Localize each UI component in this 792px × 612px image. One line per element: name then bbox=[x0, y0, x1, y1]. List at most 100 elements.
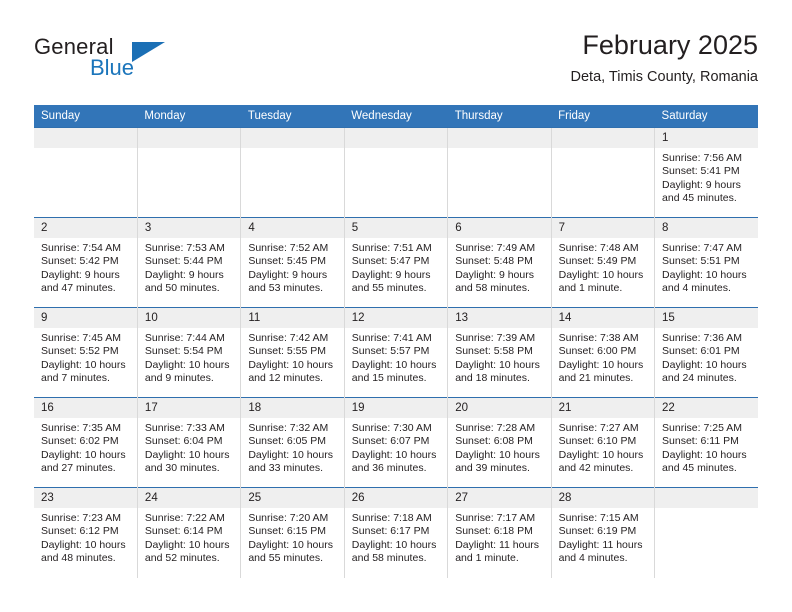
daylight-text-line1: Daylight: 10 hours bbox=[558, 268, 644, 281]
sunrise-text: Sunrise: 7:28 AM bbox=[455, 422, 536, 434]
calendar-day-cell[interactable]: 19 Sunrise: 7:30 AM Sunset: 6:07 PM Dayligh… bbox=[343, 397, 448, 488]
sunset-text: Sunset: 5:52 PM bbox=[41, 345, 119, 358]
day-details: Sunrise: 7:45 AM Sunset: 5:52 PM Daylight:… bbox=[34, 328, 137, 385]
day-cell-inner: 9 Sunrise: 7:45 AM Sunset: 5:52 PM Daylight… bbox=[34, 308, 137, 398]
sunset-text: Sunset: 6:14 PM bbox=[144, 525, 223, 538]
sunset-text: Sunset: 6:11 PM bbox=[662, 435, 739, 448]
day-details: Sunrise: 7:20 AM Sunset: 6:15 PM Daylight:… bbox=[242, 508, 344, 565]
day-details: Sunrise: 7:42 AM Sunset: 5:55 PM Daylight:… bbox=[242, 328, 344, 385]
calendar-day-cell-empty bbox=[654, 487, 758, 578]
sunset-text: Sunset: 6:10 PM bbox=[558, 435, 637, 448]
sunset-text: Sunset: 5:51 PM bbox=[662, 255, 740, 268]
daylight-text-line1: Daylight: 9 hours bbox=[351, 268, 431, 281]
daylight-text-line2: and 30 minutes. bbox=[144, 461, 220, 474]
calendar-day-cell[interactable]: 4 Sunrise: 7:52 AM Sunset: 5:45 PM Daylight… bbox=[240, 217, 345, 308]
calendar-day-cell[interactable]: 27 Sunrise: 7:17 AM Sunset: 6:18 PM Dayligh… bbox=[447, 487, 552, 578]
sunset-text: Sunset: 6:15 PM bbox=[248, 525, 326, 538]
day-number: 13 bbox=[448, 308, 551, 328]
sunrise-text: Sunrise: 7:52 AM bbox=[248, 242, 329, 254]
day-details: Sunrise: 7:30 AM Sunset: 6:07 PM Daylight:… bbox=[345, 418, 447, 475]
calendar-day-cell[interactable]: 18 Sunrise: 7:32 AM Sunset: 6:05 PM Dayligh… bbox=[240, 397, 345, 488]
day-details: Sunrise: 7:48 AM Sunset: 5:49 PM Daylight:… bbox=[552, 238, 654, 295]
day-details: Sunrise: 7:36 AM Sunset: 6:01 PM Daylight:… bbox=[656, 328, 758, 385]
sunset-text: Sunset: 6:12 PM bbox=[41, 525, 119, 538]
calendar-day-cell[interactable]: 17 Sunrise: 7:33 AM Sunset: 6:04 PM Dayligh… bbox=[136, 397, 241, 488]
day-cell-inner: 15 Sunrise: 7:36 AM Sunset: 6:01 PM Dayligh… bbox=[655, 308, 758, 398]
calendar-day-cell[interactable]: 12 Sunrise: 7:41 AM Sunset: 5:57 PM Dayligh… bbox=[343, 307, 448, 398]
calendar-day-cell[interactable]: 7 Sunrise: 7:48 AM Sunset: 5:49 PM Daylight… bbox=[550, 217, 655, 308]
calendar-day-cell[interactable]: 6 Sunrise: 7:49 AM Sunset: 5:48 PM Daylight… bbox=[447, 217, 552, 308]
calendar-day-cell[interactable]: 20 Sunrise: 7:28 AM Sunset: 6:08 PM Dayligh… bbox=[447, 397, 552, 488]
day-number: 11 bbox=[241, 308, 344, 328]
calendar-day-cell[interactable]: 8 Sunrise: 7:47 AM Sunset: 5:51 PM Daylight… bbox=[654, 217, 758, 308]
weekday-header-thursday: Thursday bbox=[447, 105, 552, 128]
daylight-text-line1: Daylight: 9 hours bbox=[662, 178, 741, 191]
calendar-day-cell[interactable]: 21 Sunrise: 7:27 AM Sunset: 6:10 PM Dayligh… bbox=[550, 397, 655, 488]
calendar-day-cell[interactable]: 26 Sunrise: 7:18 AM Sunset: 6:17 PM Dayligh… bbox=[343, 487, 448, 578]
calendar-day-cell[interactable]: 28 Sunrise: 7:15 AM Sunset: 6:19 PM Dayligh… bbox=[550, 487, 655, 578]
calendar-day-cell[interactable]: 11 Sunrise: 7:42 AM Sunset: 5:55 PM Dayligh… bbox=[240, 307, 345, 398]
daylight-text-line1: Daylight: 10 hours bbox=[351, 538, 437, 551]
daylight-text-line1: Daylight: 10 hours bbox=[144, 358, 230, 371]
calendar-week-row: 1 Sunrise: 7:56 AM Sunset: 5:41 PM Daylight… bbox=[34, 127, 758, 218]
daylight-text-line1: Daylight: 10 hours bbox=[41, 448, 126, 461]
day-number: 10 bbox=[138, 308, 241, 328]
calendar-day-cell[interactable]: 5 Sunrise: 7:51 AM Sunset: 5:47 PM Daylight… bbox=[343, 217, 448, 308]
day-number: 4 bbox=[241, 218, 344, 238]
daylight-text-line1: Daylight: 10 hours bbox=[144, 538, 230, 551]
day-number bbox=[34, 128, 137, 148]
calendar-day-cell[interactable]: 24 Sunrise: 7:22 AM Sunset: 6:14 PM Dayligh… bbox=[136, 487, 241, 578]
day-cell-inner: 28 Sunrise: 7:15 AM Sunset: 6:19 PM Dayligh… bbox=[552, 488, 655, 578]
calendar-day-cell[interactable]: 16 Sunrise: 7:35 AM Sunset: 6:02 PM Dayligh… bbox=[34, 397, 138, 488]
sunrise-text: Sunrise: 7:45 AM bbox=[41, 332, 121, 344]
day-cell-inner bbox=[34, 128, 137, 218]
calendar-day-cell[interactable]: 25 Sunrise: 7:20 AM Sunset: 6:15 PM Dayligh… bbox=[240, 487, 345, 578]
sunrise-text: Sunrise: 7:20 AM bbox=[248, 512, 329, 524]
sunset-text: Sunset: 6:17 PM bbox=[351, 525, 430, 538]
sunrise-text: Sunrise: 7:32 AM bbox=[248, 422, 329, 434]
daylight-text-line1: Daylight: 10 hours bbox=[248, 448, 333, 461]
day-details: Sunrise: 7:44 AM Sunset: 5:54 PM Daylight:… bbox=[138, 328, 240, 385]
day-number: 12 bbox=[345, 308, 448, 328]
day-number: 22 bbox=[655, 398, 758, 418]
day-details: Sunrise: 7:54 AM Sunset: 5:42 PM Daylight:… bbox=[34, 238, 137, 295]
calendar-day-cell[interactable]: 14 Sunrise: 7:38 AM Sunset: 6:00 PM Dayligh… bbox=[550, 307, 655, 398]
page-subtitle: Deta, Timis County, Romania bbox=[570, 69, 759, 85]
sunrise-text: Sunrise: 7:49 AM bbox=[455, 242, 536, 254]
calendar-day-cell[interactable]: 9 Sunrise: 7:45 AM Sunset: 5:52 PM Daylight… bbox=[34, 307, 138, 398]
daylight-text-line1: Daylight: 10 hours bbox=[248, 538, 333, 551]
general-blue-logo[interactable]: General Blue bbox=[34, 34, 244, 86]
calendar-day-cell[interactable]: 3 Sunrise: 7:53 AM Sunset: 5:44 PM Daylight… bbox=[136, 217, 241, 308]
day-number: 8 bbox=[655, 218, 758, 238]
day-details: Sunrise: 7:41 AM Sunset: 5:57 PM Daylight:… bbox=[345, 328, 447, 385]
calendar-day-cell[interactable]: 22 Sunrise: 7:25 AM Sunset: 6:11 PM Dayligh… bbox=[654, 397, 758, 488]
sunrise-text: Sunrise: 7:17 AM bbox=[455, 512, 536, 524]
day-cell-inner: 8 Sunrise: 7:47 AM Sunset: 5:51 PM Daylight… bbox=[655, 218, 758, 308]
daylight-text-line2: and 45 minutes. bbox=[662, 191, 737, 204]
calendar-day-cell[interactable]: 15 Sunrise: 7:36 AM Sunset: 6:01 PM Dayligh… bbox=[654, 307, 758, 398]
day-cell-inner: 6 Sunrise: 7:49 AM Sunset: 5:48 PM Daylight… bbox=[448, 218, 551, 308]
calendar-day-cell[interactable]: 13 Sunrise: 7:39 AM Sunset: 5:58 PM Dayligh… bbox=[447, 307, 552, 398]
daylight-text-line1: Daylight: 10 hours bbox=[662, 268, 747, 281]
daylight-text-line1: Daylight: 10 hours bbox=[351, 448, 437, 461]
sunset-text: Sunset: 5:55 PM bbox=[248, 345, 326, 358]
calendar-week-row: 9 Sunrise: 7:45 AM Sunset: 5:52 PM Daylight… bbox=[34, 307, 758, 398]
day-cell-inner: 2 Sunrise: 7:54 AM Sunset: 5:42 PM Daylight… bbox=[34, 218, 137, 308]
calendar-day-cell-empty bbox=[136, 127, 241, 218]
calendar-day-cell[interactable]: 23 Sunrise: 7:23 AM Sunset: 6:12 PM Dayligh… bbox=[34, 487, 138, 578]
sunset-text: Sunset: 6:00 PM bbox=[558, 345, 637, 358]
day-cell-inner: 22 Sunrise: 7:25 AM Sunset: 6:11 PM Dayligh… bbox=[655, 398, 758, 488]
calendar-day-cell[interactable]: 2 Sunrise: 7:54 AM Sunset: 5:42 PM Daylight… bbox=[34, 217, 138, 308]
calendar-day-cell[interactable]: 1 Sunrise: 7:56 AM Sunset: 5:41 PM Daylight… bbox=[654, 127, 758, 218]
calendar-day-cell[interactable]: 10 Sunrise: 7:44 AM Sunset: 5:54 PM Dayligh… bbox=[136, 307, 241, 398]
daylight-text-line1: Daylight: 9 hours bbox=[248, 268, 328, 281]
daylight-text-line2: and 48 minutes. bbox=[41, 551, 116, 564]
day-details: Sunrise: 7:38 AM Sunset: 6:00 PM Daylight:… bbox=[552, 328, 654, 385]
sunset-text: Sunset: 6:19 PM bbox=[558, 525, 637, 538]
day-number: 6 bbox=[448, 218, 551, 238]
sunset-text: Sunset: 6:07 PM bbox=[351, 435, 430, 448]
day-number: 26 bbox=[345, 488, 448, 508]
weekday-header-tuesday: Tuesday bbox=[240, 105, 345, 128]
day-cell-inner bbox=[138, 128, 241, 218]
page-title: February 2025 bbox=[582, 30, 758, 60]
